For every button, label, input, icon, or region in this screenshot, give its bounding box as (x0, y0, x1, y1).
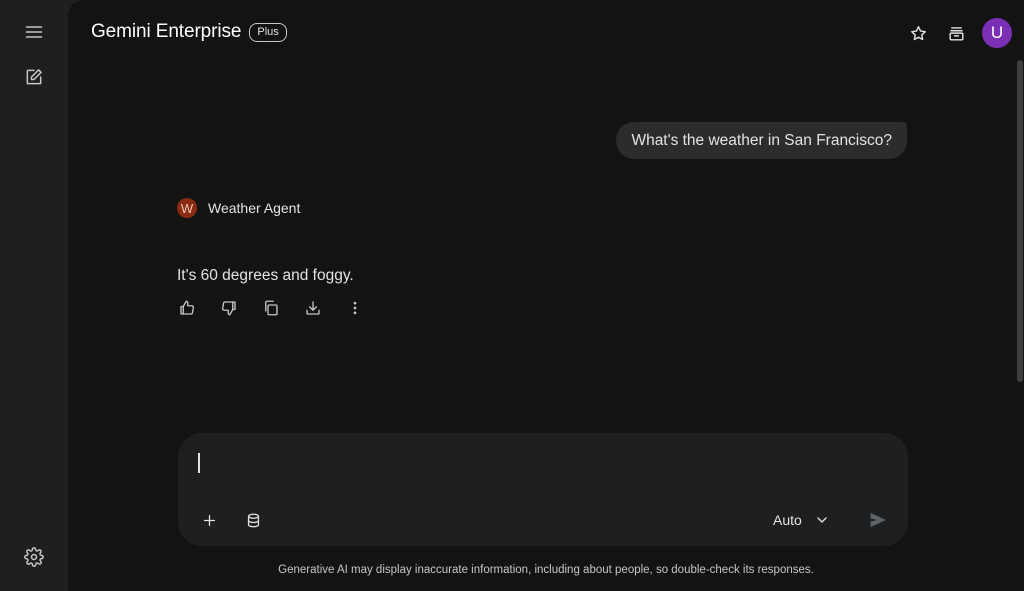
download-button[interactable] (301, 296, 325, 320)
more-options-button[interactable] (343, 296, 367, 320)
message-actions (175, 296, 367, 320)
favorite-button[interactable] (902, 17, 934, 49)
composer: Auto (178, 433, 908, 546)
settings-button[interactable] (18, 541, 50, 573)
menu-icon (25, 26, 43, 38)
main-panel: Gemini Enterprise Plus U What's the weat… (68, 0, 1024, 591)
user-message: What's the weather in San Francisco? (616, 122, 907, 159)
thumbs-down-icon (221, 301, 236, 316)
database-icon (247, 513, 259, 527)
app-title: Gemini Enterprise (91, 21, 242, 42)
plus-icon (203, 514, 215, 526)
agent-message: It's 60 degrees and foggy. (177, 267, 354, 284)
top-bar: Gemini Enterprise Plus U (68, 0, 1024, 64)
download-icon (306, 301, 320, 315)
copy-icon (265, 300, 278, 316)
more-vert-icon (353, 301, 357, 315)
inbox-button[interactable] (940, 17, 972, 49)
gear-icon (24, 547, 44, 567)
add-button[interactable] (193, 504, 225, 536)
user-avatar[interactable]: U (982, 18, 1012, 48)
text-caret (198, 453, 200, 473)
thumbs-up-button[interactable] (175, 296, 199, 320)
agent-header: W Weather Agent (177, 197, 300, 219)
agent-avatar: W (177, 198, 197, 218)
scrollbar[interactable] (1016, 60, 1024, 382)
top-actions: U (902, 17, 1012, 49)
send-icon (870, 512, 886, 528)
star-icon (910, 25, 926, 40)
side-rail (0, 0, 68, 591)
inbox-icon (948, 26, 964, 41)
edit-icon (26, 69, 42, 85)
new-chat-button[interactable] (18, 61, 50, 93)
brand: Gemini Enterprise Plus (91, 20, 287, 44)
model-label: Auto (773, 512, 802, 528)
scrollbar-thumb[interactable] (1017, 60, 1023, 382)
chevron-down-icon (817, 517, 827, 523)
model-selector[interactable]: Auto (773, 504, 830, 536)
agent-name: Weather Agent (208, 200, 301, 216)
menu-button[interactable] (18, 16, 50, 48)
copy-button[interactable] (259, 296, 283, 320)
disclaimer: Generative AI may display inaccurate inf… (278, 564, 814, 576)
plan-badge: Plus (249, 22, 287, 42)
thumbs-up-icon (180, 300, 195, 315)
send-button[interactable] (862, 504, 894, 536)
prompt-input[interactable] (196, 451, 886, 475)
thumbs-down-button[interactable] (217, 296, 241, 320)
data-source-button[interactable] (237, 504, 269, 536)
